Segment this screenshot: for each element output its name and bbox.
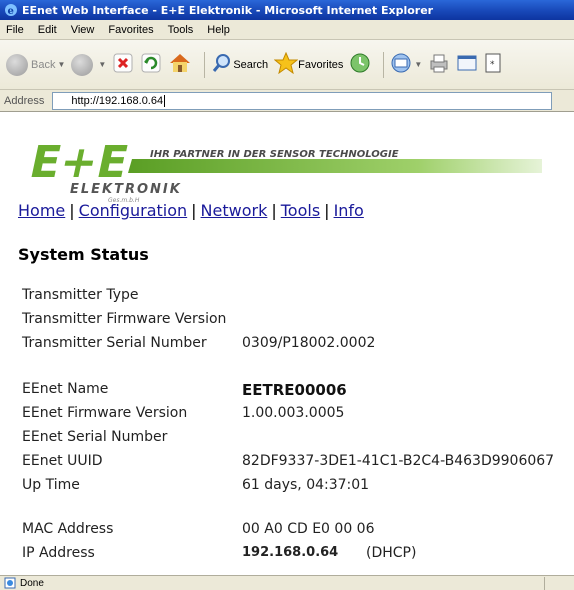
status-bar: Done	[0, 575, 574, 590]
eenet-name-value: EETRE00006	[242, 381, 347, 399]
refresh-icon	[140, 52, 162, 77]
eenet-firmware-row: EEnet Firmware Version 1.00.003.0005	[22, 405, 344, 421]
back-label: Back	[31, 58, 56, 71]
transmitter-type-row: Transmitter Type	[22, 287, 138, 303]
transmitter-serial-label: Transmitter Serial Number	[22, 335, 207, 351]
favorites-button[interactable]: Favorites	[273, 51, 344, 77]
ip-mode-value: (DHCP)	[366, 545, 417, 561]
status-panel	[544, 577, 574, 590]
forward-button[interactable]: ▼	[71, 53, 106, 76]
address-bar: Address http://192.168.0.64	[0, 90, 574, 112]
back-button[interactable]: Back ▼	[6, 53, 65, 76]
transmitter-firmware-label: Transmitter Firmware Version	[22, 311, 227, 327]
logo-slogan: IHR PARTNER IN DER SENSOR TECHNOLOGIE	[150, 149, 399, 160]
page-content: E+E IHR PARTNER IN DER SENSOR TECHNOLOGI…	[0, 113, 574, 575]
ie-icon: e	[4, 3, 18, 17]
eenet-name-label: EEnet Name	[22, 381, 109, 397]
uptime-value: 61 days, 04:37:01	[242, 477, 370, 493]
svg-text:e: e	[8, 6, 14, 17]
ip-address-label: IP Address	[22, 545, 95, 561]
mail-icon	[390, 52, 412, 77]
page-title: System Status	[18, 245, 149, 264]
eenet-serial-label: EEnet Serial Number	[22, 429, 168, 445]
ip-address-row: IP Address 192.168.0.64 (DHCP)	[22, 545, 416, 561]
eenet-firmware-value: 1.00.003.0005	[242, 405, 345, 421]
toolbar-separator	[383, 51, 385, 78]
forward-arrow-icon	[71, 53, 94, 76]
address-label: Address	[4, 94, 45, 107]
page-loaded-icon	[4, 577, 16, 589]
mac-address-value: 00 A0 CD E0 00 06	[242, 521, 375, 537]
eenet-name-row: EEnet Name EETRE00006	[22, 381, 347, 399]
transmitter-serial-value: 0309/P18002.0002	[242, 335, 376, 351]
nav-separator: |	[271, 201, 277, 220]
printer-icon	[428, 52, 450, 77]
window-title: EEnet Web Interface - E+E Elektronik - M…	[22, 3, 434, 17]
address-input[interactable]: http://192.168.0.64	[52, 91, 553, 110]
menu-view[interactable]: View	[71, 24, 95, 36]
window-titlebar: e EEnet Web Interface - E+E Elektronik -…	[0, 0, 574, 20]
text-cursor	[164, 94, 166, 107]
nav-separator: |	[324, 201, 330, 220]
stop-button[interactable]	[112, 52, 134, 77]
nav-separator: |	[191, 201, 197, 220]
nav-info-link[interactable]: Info	[334, 201, 364, 220]
address-url: http://192.168.0.64	[71, 94, 164, 107]
logo-mark: E+E	[25, 137, 133, 187]
uptime-label: Up Time	[22, 477, 80, 493]
refresh-button[interactable]	[140, 52, 162, 77]
discuss-button[interactable]: *	[484, 52, 502, 77]
favorites-label: Favorites	[298, 58, 344, 71]
transmitter-firmware-row: Transmitter Firmware Version	[22, 311, 226, 327]
search-button[interactable]: Search	[211, 52, 268, 77]
document-icon: *	[484, 52, 502, 77]
nav-network-link[interactable]: Network	[201, 201, 268, 220]
home-icon	[168, 52, 192, 77]
star-icon	[273, 51, 299, 77]
forward-dropdown-icon[interactable]: ▼	[98, 60, 106, 69]
search-label: Search	[233, 58, 269, 71]
nav-home-link[interactable]: Home	[18, 201, 65, 220]
status-text: Done	[20, 577, 44, 589]
menu-edit[interactable]: Edit	[38, 24, 57, 36]
transmitter-serial-row: Transmitter Serial Number 0309/P18002.00…	[22, 335, 375, 351]
nav-tools-link[interactable]: Tools	[281, 201, 320, 220]
home-button[interactable]	[168, 52, 192, 77]
search-icon	[211, 52, 233, 77]
menu-file[interactable]: File	[6, 24, 24, 36]
svg-text:*: *	[490, 60, 495, 70]
eenet-uuid-label: EEnet UUID	[22, 453, 103, 469]
eenet-firmware-label: EEnet Firmware Version	[22, 405, 188, 421]
history-icon	[349, 52, 371, 77]
edit-button[interactable]	[456, 52, 478, 77]
print-button[interactable]	[428, 52, 450, 77]
menu-help[interactable]: Help	[207, 24, 230, 36]
edit-page-icon	[456, 52, 478, 77]
eenet-serial-row: EEnet Serial Number	[22, 429, 167, 445]
uptime-row: Up Time 61 days, 04:37:01	[22, 477, 369, 493]
back-arrow-icon	[6, 53, 28, 76]
ip-address-value: 192.168.0.64	[242, 545, 339, 560]
menu-bar: File Edit View Favorites Tools Help	[0, 20, 574, 40]
main-navigation: Home | Configuration | Network | Tools | Info	[18, 201, 364, 220]
mail-button[interactable]: ▼	[390, 52, 422, 77]
toolbar: Back ▼ ▼ Search Favorites ▼ *	[0, 40, 574, 90]
media-button[interactable]	[349, 52, 371, 77]
nav-separator: |	[69, 201, 75, 220]
menu-favorites[interactable]: Favorites	[108, 24, 153, 36]
back-dropdown-icon[interactable]: ▼	[57, 60, 65, 69]
eenet-uuid-value: 82DF9337-3DE1-41C1-B2C4-B463D9906067	[242, 453, 555, 469]
eenet-uuid-row: EEnet UUID 82DF9337-3DE1-41C1-B2C4-B463D…	[22, 453, 554, 469]
menu-tools[interactable]: Tools	[168, 24, 194, 36]
transmitter-type-label: Transmitter Type	[22, 287, 139, 303]
nav-configuration-link[interactable]: Configuration	[79, 201, 188, 220]
mac-address-row: MAC Address 00 A0 CD E0 00 06	[22, 521, 375, 537]
toolbar-separator	[204, 51, 206, 78]
logo-company: ELEKTRONIK	[70, 182, 182, 197]
mac-address-label: MAC Address	[22, 521, 114, 537]
mail-dropdown-icon[interactable]: ▼	[414, 60, 422, 69]
stop-icon	[112, 52, 134, 77]
